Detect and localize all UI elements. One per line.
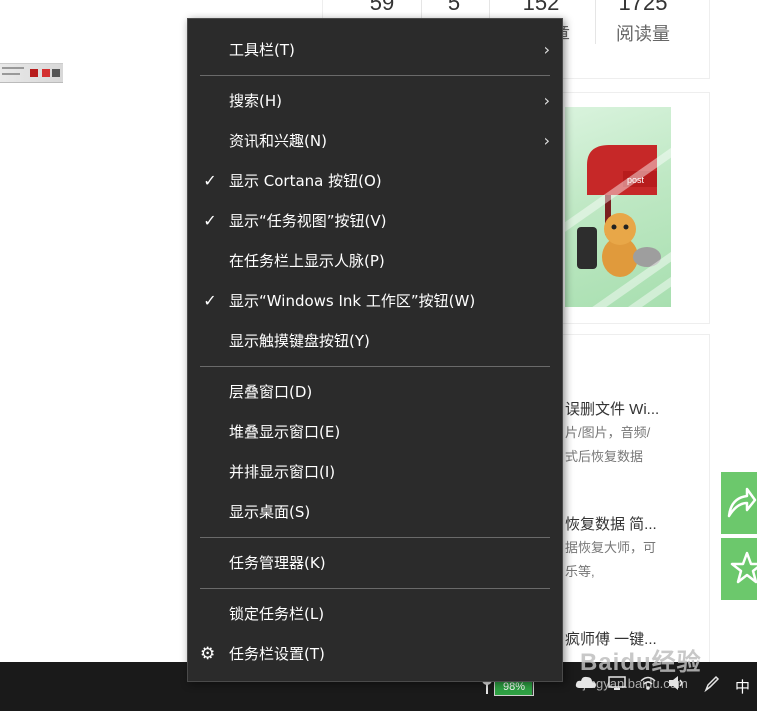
menu-separator — [200, 366, 550, 367]
stat-item: 5 — [429, 0, 479, 16]
menu-item-label: 资讯和兴趣(N) — [229, 132, 327, 150]
share-button[interactable] — [721, 472, 757, 534]
favorite-button[interactable] — [721, 538, 757, 600]
menu-item-label: 显示 Cortana 按钮(O) — [229, 172, 382, 190]
checkmark-icon: ✓ — [203, 291, 217, 310]
volume-icon[interactable] — [666, 673, 686, 697]
menu-item-2-0[interactable]: 层叠窗口(D) — [188, 372, 562, 412]
chevron-right-icon: › — [543, 131, 550, 150]
taskbar-context-menu: 工具栏(T) › 搜索(H) › 资讯和兴趣(N) › ✓ 显示 Cortana 按钮(O) ✓… — [187, 18, 563, 682]
article-desc: 片/图片，音频/ — [565, 425, 651, 440]
pen-workspace-icon[interactable] — [702, 673, 722, 697]
stat-label: 阅读量 — [616, 24, 670, 44]
menu-item-label: 层叠窗口(D) — [229, 383, 313, 401]
menu-item-label: 锁定任务栏(L) — [229, 605, 325, 623]
article-desc: 据恢复大师，可 — [565, 540, 657, 555]
menu-item-2-1[interactable]: 堆叠显示窗口(E) — [188, 412, 562, 452]
menu-item-2-2[interactable]: 并排显示窗口(I) — [188, 452, 562, 492]
chevron-right-icon: › — [543, 91, 550, 110]
menu-item-1-5[interactable]: ✓ 显示“Windows Ink 工作区”按钮(W) — [188, 281, 562, 321]
menu-item-label: 显示桌面(S) — [229, 503, 311, 521]
menu-item-1-4[interactable]: 在任务栏上显示人脉(P) — [188, 241, 562, 281]
stat-item: 1725 阅读量 — [603, 0, 683, 46]
menu-item-1-2[interactable]: ✓ 显示 Cortana 按钮(O) — [188, 161, 562, 201]
menu-separator — [200, 537, 550, 538]
menu-item-1-0[interactable]: 搜索(H) › — [188, 81, 562, 121]
stat-value: 5 — [447, 0, 461, 15]
menu-separator — [200, 588, 550, 589]
menu-item-label: 任务管理器(K) — [229, 554, 326, 572]
menu-item-4-1[interactable]: ⚙ 任务栏设置(T) — [188, 634, 562, 674]
stat-value: 1725 — [618, 0, 668, 15]
promo-banner-image[interactable]: post — [565, 107, 671, 307]
menu-item-label: 显示“Windows Ink 工作区”按钮(W) — [229, 292, 476, 310]
share-icon — [727, 487, 757, 518]
menu-item-label: 并排显示窗口(I) — [229, 463, 336, 481]
checkmark-icon: ✓ — [203, 211, 217, 230]
menu-item-label: 在任务栏上显示人脉(P) — [229, 252, 385, 270]
stat-value: 152 — [522, 0, 560, 15]
mailbox-illustration: post — [577, 145, 661, 277]
stat-value: 59 — [369, 0, 395, 15]
menu-item-2-3[interactable]: 显示桌面(S) — [188, 492, 562, 532]
article-title[interactable]: 误删文件 Wi... — [565, 398, 659, 419]
menu-separator — [200, 75, 550, 76]
gear-icon: ⚙ — [200, 644, 216, 664]
input-method-indicator[interactable]: 中 — [735, 676, 750, 697]
article-item[interactable]: 恢复数据 简... 据恢复大师，可 乐等, — [565, 513, 657, 584]
chevron-right-icon: › — [543, 40, 550, 59]
display-icon[interactable] — [607, 673, 627, 697]
article-desc: 乐等, — [565, 564, 595, 579]
article-item[interactable]: 误删文件 Wi... 片/图片，音频/ 式后恢复数据 — [565, 398, 659, 469]
menu-item-label: 显示“任务视图”按钮(V) — [229, 212, 387, 230]
menu-item-label: 搜索(H) — [229, 92, 282, 110]
menu-item-label: 显示触摸键盘按钮(Y) — [229, 332, 370, 350]
menu-item-1-3[interactable]: ✓ 显示“任务视图”按钮(V) — [188, 201, 562, 241]
article-title[interactable]: 恢复数据 简... — [565, 513, 657, 534]
stat-item: 59 — [357, 0, 407, 16]
menu-item-label: 堆叠显示窗口(E) — [229, 423, 341, 441]
menu-item-1-1[interactable]: 资讯和兴趣(N) › — [188, 121, 562, 161]
menu-item-4-0[interactable]: 锁定任务栏(L) — [188, 594, 562, 634]
menu-item-1-6[interactable]: 显示触摸键盘按钮(Y) — [188, 321, 562, 361]
cloud-icon[interactable] — [575, 673, 597, 697]
menu-item-0-0[interactable]: 工具栏(T) › — [188, 30, 562, 70]
menu-item-3-0[interactable]: 任务管理器(K) — [188, 543, 562, 583]
checkmark-icon: ✓ — [203, 171, 217, 190]
menu-item-label: 工具栏(T) — [229, 41, 295, 59]
thumbnail-strip — [0, 63, 63, 83]
menu-item-label: 任务栏设置(T) — [229, 645, 325, 663]
network-icon[interactable] — [638, 673, 658, 697]
star-icon — [730, 551, 757, 584]
baidu-watermark: Baidu经验 — [580, 649, 702, 676]
article-desc: 式后恢复数据 — [565, 449, 644, 464]
